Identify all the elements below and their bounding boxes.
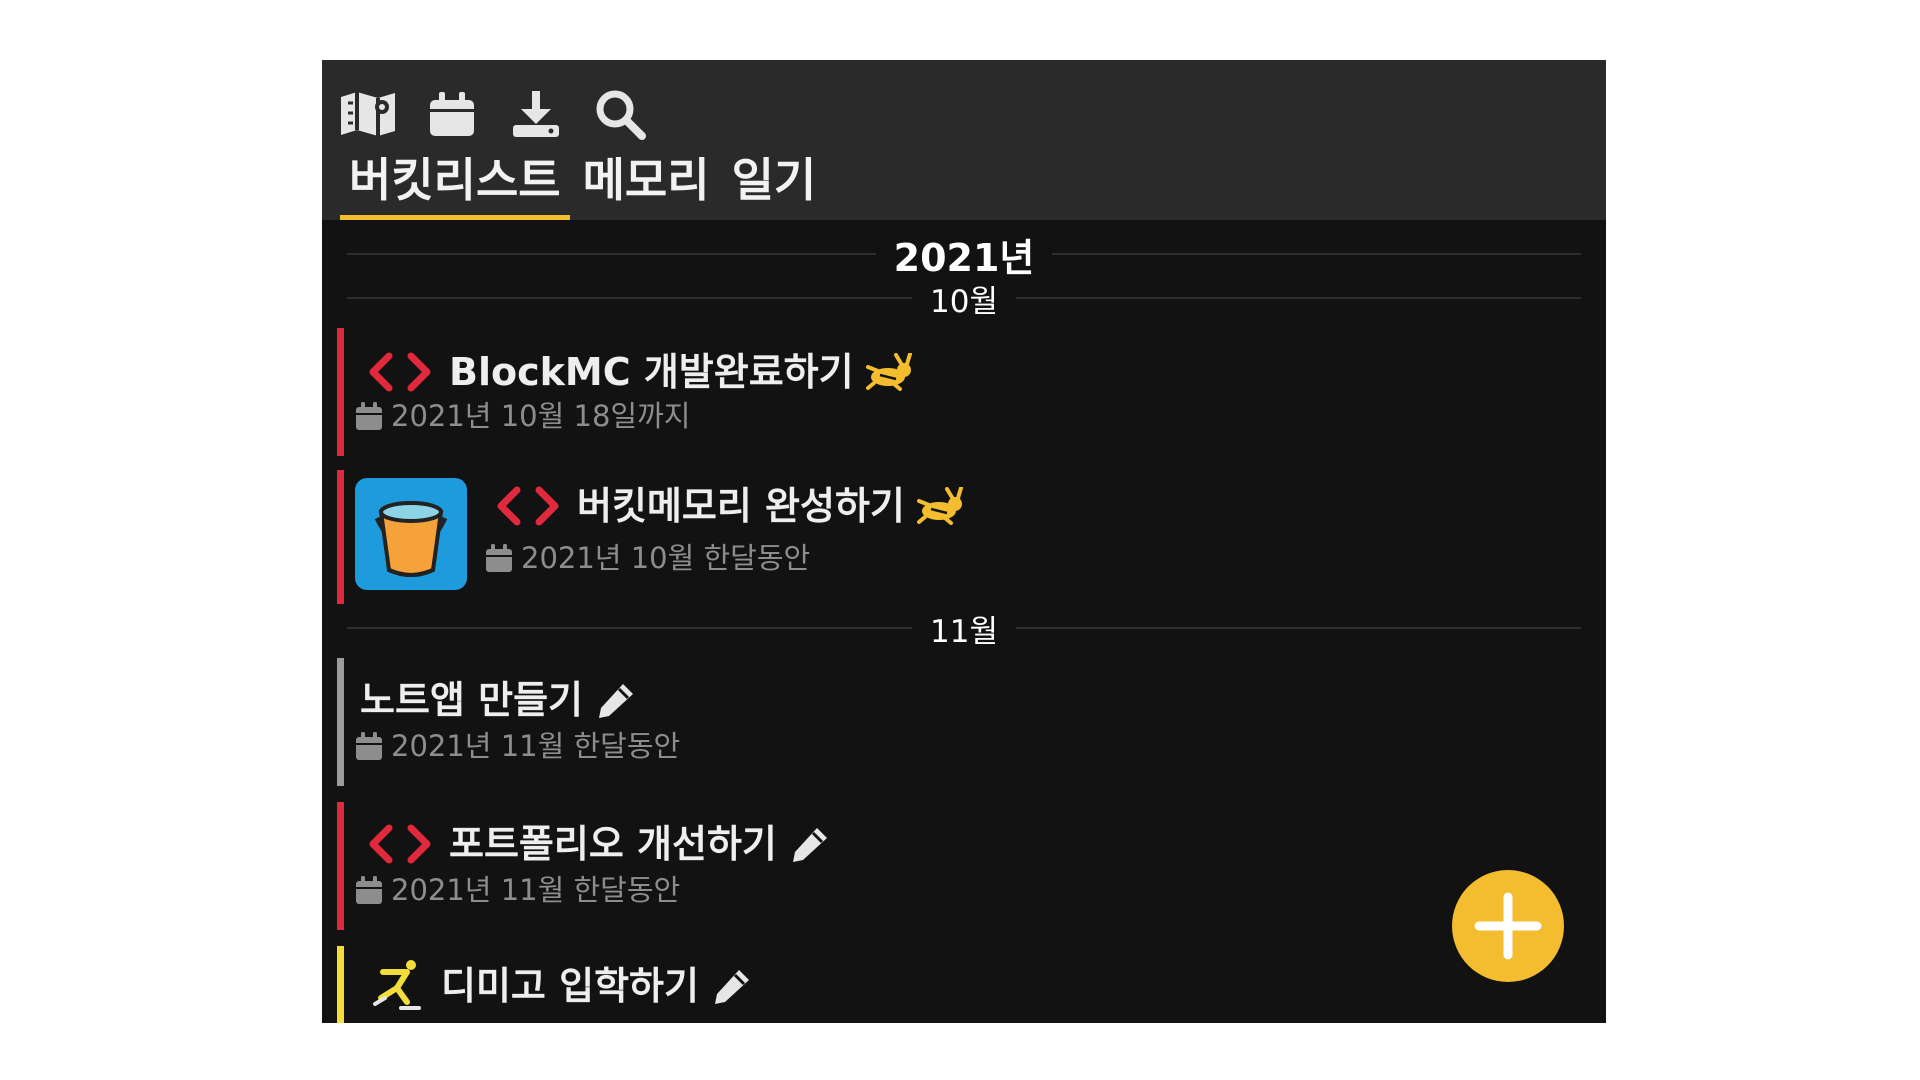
code-icon [367, 822, 433, 866]
calendar-icon[interactable] [422, 86, 482, 142]
item-title: 디미고 입학하기 [441, 964, 699, 1008]
calendar-small-icon [356, 732, 382, 760]
rabbit-icon [916, 487, 965, 525]
add-item-button[interactable] [1452, 870, 1564, 982]
top-bar: 버킷리스트 메모리 일기 [322, 60, 1606, 220]
item-date: 2021년 10월 18일까지 [391, 399, 691, 433]
map-icon[interactable] [338, 86, 398, 142]
plus-icon [1474, 892, 1542, 960]
item-color-bar [337, 658, 344, 786]
skater-icon [371, 958, 425, 1014]
app-window: 버킷리스트 메모리 일기 2021년 10월 BlockMC 개발완료하기 20… [322, 60, 1606, 1023]
list-item[interactable]: BlockMC 개발완료하기 2021년 10월 18일까지 [337, 328, 1567, 456]
year-separator: 2021년 [347, 232, 1582, 280]
search-icon[interactable] [590, 86, 650, 142]
calendar-small-icon [356, 876, 382, 904]
item-color-bar [337, 470, 344, 604]
item-color-bar [337, 946, 344, 1023]
rabbit-icon [865, 353, 914, 391]
item-title: BlockMC 개발완료하기 [449, 350, 854, 394]
item-title: 버킷메모리 완성하기 [577, 484, 905, 528]
list-item[interactable]: 디미고 입학하기 [337, 946, 1567, 1023]
code-icon [367, 350, 433, 394]
tab-bar: 버킷리스트 메모리 일기 [340, 150, 829, 220]
month-label: 11월 [930, 613, 998, 650]
item-color-bar [337, 328, 344, 456]
pen-icon [789, 824, 831, 864]
month-separator: 11월 [347, 606, 1581, 650]
pen-icon [595, 680, 637, 720]
month-separator: 10월 [347, 276, 1581, 320]
item-title: 노트앱 만들기 [360, 678, 583, 722]
list-item[interactable]: 노트앱 만들기 2021년 11월 한달동안 [337, 658, 1567, 786]
tab-memory[interactable]: 메모리 [574, 150, 719, 220]
item-color-bar [337, 802, 344, 930]
item-date: 2021년 11월 한달동안 [391, 873, 681, 907]
year-label: 2021년 [893, 235, 1035, 280]
toolbar [338, 86, 650, 142]
code-icon [495, 484, 561, 528]
tab-diary[interactable]: 일기 [723, 150, 826, 220]
item-date: 2021년 11월 한달동안 [391, 729, 681, 763]
calendar-small-icon [356, 402, 382, 430]
month-label: 10월 [930, 283, 998, 320]
download-icon[interactable] [506, 86, 566, 142]
tab-bucketlist[interactable]: 버킷리스트 [340, 150, 570, 220]
list-item[interactable]: 포트폴리오 개선하기 2021년 11월 한달동안 [337, 802, 1567, 930]
calendar-small-icon [486, 544, 512, 572]
list-item[interactable]: 버킷메모리 완성하기 2021년 10월 한달동안 [337, 470, 1567, 604]
pen-icon [711, 966, 753, 1006]
bucket-icon [355, 478, 467, 590]
item-title: 포트폴리오 개선하기 [449, 822, 777, 866]
item-date: 2021년 10월 한달동안 [521, 541, 811, 575]
